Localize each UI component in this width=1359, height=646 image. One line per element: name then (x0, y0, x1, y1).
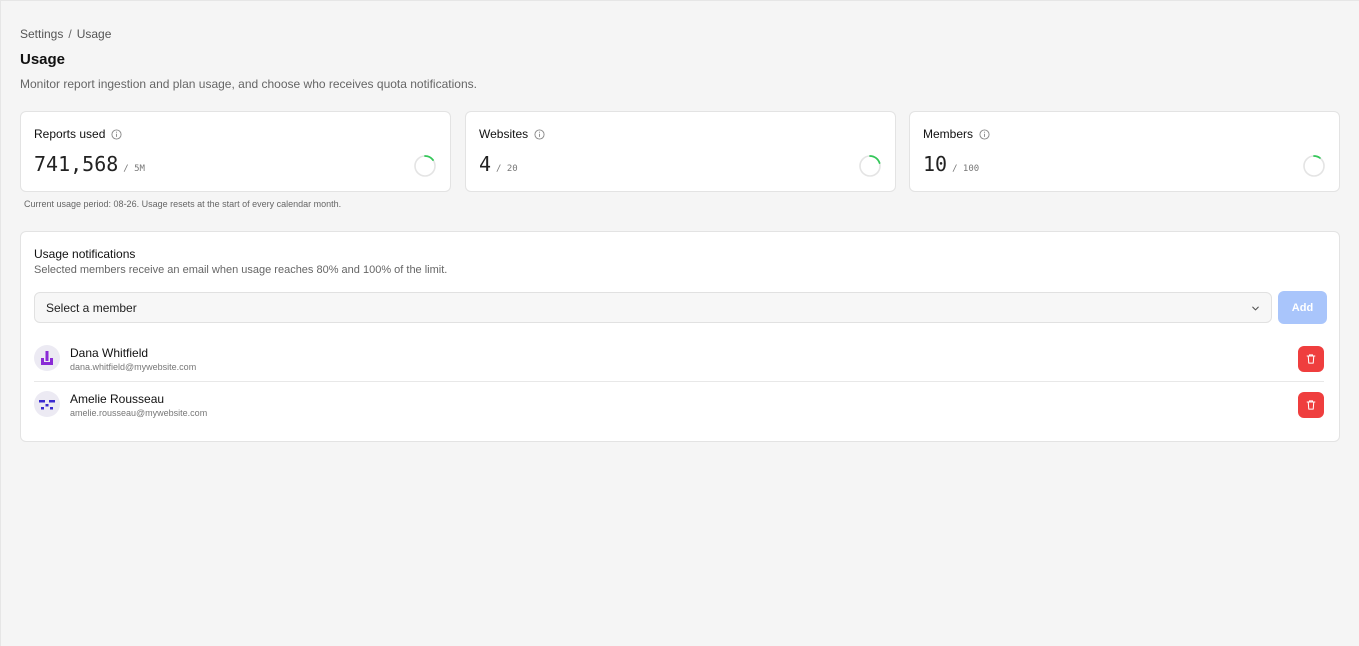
progress-ring (859, 155, 881, 177)
breadcrumb: Settings / Usage (20, 27, 111, 41)
info-circle-icon[interactable] (111, 128, 122, 140)
breadcrumb-current: Usage (76, 27, 112, 41)
page-description: Monitor report ingestion and plan usage,… (20, 77, 477, 91)
progress-ring (1303, 155, 1325, 177)
notifications-title: Usage notifications (34, 247, 136, 261)
avatar (34, 345, 60, 371)
stat-value: 741,568 (34, 152, 119, 176)
stat-card-members: Members 10 / 100 (909, 111, 1340, 192)
stat-value-row: 4 / 20 (479, 152, 518, 176)
trash-icon (1306, 400, 1316, 410)
member-email: dana.whitfield@mywebsite.com (70, 362, 197, 372)
stat-card-reports: Reports used 741,568 / 5M (20, 111, 451, 192)
stat-label-row: Reports used (34, 127, 122, 141)
progress-ring (414, 155, 436, 177)
avatar-pattern-icon (41, 351, 53, 365)
stat-label: Websites (479, 127, 529, 141)
stat-label-row: Websites (479, 127, 545, 141)
chevron-down-icon (1252, 306, 1259, 311)
stat-value-row: 10 / 100 (923, 152, 979, 176)
stat-label: Reports used (34, 127, 106, 141)
stat-value: 4 (479, 152, 492, 176)
member-select[interactable]: Select a member (34, 292, 1272, 323)
member-row: Amelie Rousseau amelie.rousseau@mywebsit… (34, 384, 1324, 428)
stat-label: Members (923, 127, 974, 141)
member-name: Dana Whitfield (70, 346, 149, 360)
stat-label-row: Members (923, 127, 990, 141)
stat-limit: / 5M (123, 164, 145, 174)
member-name: Amelie Rousseau (70, 392, 165, 406)
stat-limit: / 20 (496, 164, 518, 174)
notifications-description: Selected members receive an email when u… (34, 264, 448, 276)
member-select-placeholder: Select a member (46, 300, 137, 315)
trash-icon (1306, 354, 1316, 364)
info-circle-icon[interactable] (534, 128, 545, 140)
add-member-button[interactable]: Add (1278, 291, 1327, 324)
breadcrumb-settings-link[interactable]: Settings (20, 27, 63, 41)
stat-value-row: 741,568 / 5M (34, 152, 145, 176)
stat-value: 10 (923, 152, 948, 176)
page-title: Usage (20, 51, 66, 68)
usage-period-note: Current usage period: 08-26. Usage reset… (24, 199, 342, 209)
breadcrumb-separator: / (68, 27, 72, 41)
remove-member-button[interactable] (1298, 346, 1324, 372)
stat-limit: / 100 (952, 164, 980, 174)
avatar-pattern-icon (39, 400, 55, 410)
member-email: amelie.rousseau@mywebsite.com (70, 408, 208, 418)
member-row: Dana Whitfield dana.whitfield@mywebsite.… (34, 338, 1324, 382)
avatar (34, 391, 60, 417)
stat-card-websites: Websites 4 / 20 (465, 111, 896, 192)
remove-member-button[interactable] (1298, 392, 1324, 418)
usage-page: Settings / Usage Usage Monitor report in… (0, 0, 1359, 646)
usage-notifications-card: Usage notifications Selected members rec… (20, 231, 1340, 442)
info-circle-icon[interactable] (979, 128, 990, 140)
